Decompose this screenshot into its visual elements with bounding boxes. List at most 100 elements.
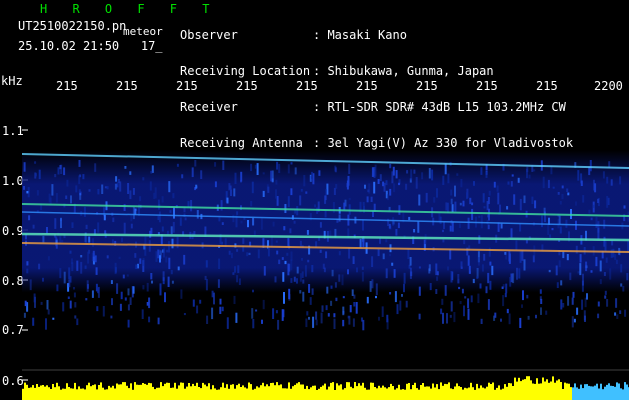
amplitude-sample (220, 387, 222, 400)
noise-speck (523, 259, 526, 271)
noise-speck (315, 311, 318, 320)
noise-speck (290, 162, 293, 165)
noise-speck (361, 266, 364, 270)
amplitude-sample (574, 383, 576, 400)
noise-speck (347, 269, 349, 275)
noise-speck (370, 196, 373, 202)
noise-speck (303, 175, 306, 187)
x-tick-label: 215 (476, 79, 498, 93)
noise-speck (46, 300, 49, 310)
amplitude-sample (130, 383, 132, 400)
noise-speck (560, 280, 563, 286)
noise-speck (504, 293, 507, 298)
amplitude-sample (134, 382, 136, 400)
noise-speck (32, 317, 35, 326)
noise-speck (608, 161, 611, 168)
noise-speck (388, 206, 391, 211)
noise-speck (73, 292, 76, 298)
noise-speck (496, 185, 499, 192)
amplitude-sample (30, 387, 32, 400)
noise-speck (547, 179, 550, 189)
noise-speck (469, 197, 472, 205)
noise-speck (148, 240, 151, 252)
noise-speck (150, 273, 153, 280)
amplitude-sample (146, 384, 148, 400)
info-label: Receiving Location (180, 64, 311, 78)
noise-speck (69, 250, 72, 254)
amplitude-sample (416, 388, 418, 400)
noise-speck (126, 274, 129, 277)
noise-speck (586, 293, 588, 300)
noise-speck (318, 170, 321, 176)
noise-speck (60, 217, 62, 229)
amplitude-sample (88, 382, 90, 400)
noise-speck (314, 204, 317, 208)
noise-speck (71, 222, 74, 228)
amplitude-sample (500, 389, 502, 400)
noise-speck (252, 319, 255, 329)
amplitude-sample (346, 382, 348, 400)
noise-speck (101, 184, 104, 194)
noise-speck (61, 239, 64, 243)
noise-speck (525, 240, 528, 244)
noise-speck (110, 280, 113, 284)
noise-speck (480, 318, 483, 324)
noise-speck (219, 306, 222, 314)
noise-speck (47, 309, 50, 315)
noise-speck (134, 253, 137, 258)
noise-speck (236, 249, 239, 252)
noise-speck (604, 241, 607, 252)
noise-speck (445, 202, 448, 211)
noise-speck (551, 228, 554, 231)
amplitude-sample (36, 384, 38, 400)
noise-speck (487, 214, 490, 218)
noise-speck (106, 186, 109, 190)
amplitude-sample (200, 388, 202, 400)
noise-speck (512, 273, 515, 284)
noise-speck (226, 197, 229, 204)
noise-speck (42, 235, 45, 243)
noise-speck (410, 169, 413, 181)
amplitude-sample (512, 386, 514, 400)
waterfall-spectrogram (22, 129, 629, 400)
noise-speck (321, 305, 324, 312)
amplitude-sample (94, 384, 96, 400)
amplitude-sample (34, 387, 36, 400)
noise-speck (405, 183, 408, 190)
amplitude-sample (442, 385, 444, 400)
noise-speck (163, 249, 165, 258)
amplitude-sample (206, 386, 208, 400)
amplitude-sample (228, 388, 230, 400)
amplitude-sample (268, 386, 270, 400)
noise-speck (78, 175, 81, 185)
noise-speck (250, 163, 253, 172)
noise-speck (528, 174, 531, 179)
noise-speck (326, 286, 329, 294)
noise-speck (371, 256, 374, 267)
noise-speck (287, 164, 290, 174)
amplitude-sample (432, 383, 434, 400)
amplitude-sample (136, 384, 138, 400)
noise-speck (579, 263, 582, 276)
amplitude-sample (374, 387, 376, 400)
noise-speck (242, 238, 245, 244)
noise-speck (348, 247, 351, 259)
noise-speck (428, 168, 431, 179)
amplitude-sample (478, 388, 480, 400)
noise-speck (398, 205, 401, 215)
noise-speck (505, 283, 508, 294)
amplitude-sample (118, 384, 120, 400)
noise-speck (54, 218, 57, 229)
noise-speck (518, 268, 521, 279)
x-tick-label: 215 (176, 79, 198, 93)
noise-speck (371, 279, 374, 289)
noise-speck (527, 315, 530, 320)
noise-speck (472, 278, 475, 284)
noise-speck (348, 315, 351, 325)
noise-speck (487, 299, 490, 310)
amplitude-sample (204, 384, 206, 400)
noise-speck (493, 181, 496, 188)
noise-speck (399, 300, 402, 311)
noise-speck (299, 195, 302, 206)
noise-speck (571, 297, 574, 305)
